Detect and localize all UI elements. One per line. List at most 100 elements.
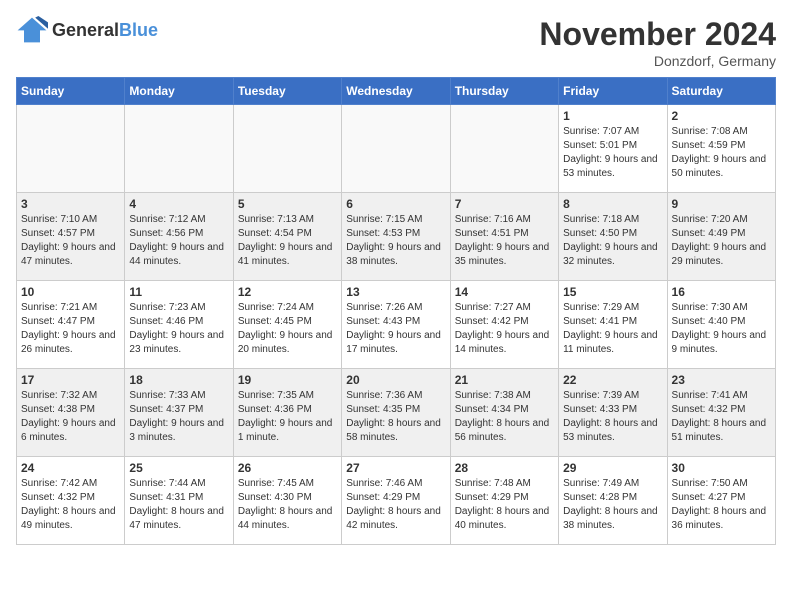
- calendar-cell: 5 Sunrise: 7:13 AM Sunset: 4:54 PM Daylig…: [233, 193, 341, 281]
- day-info: Sunrise: 7:49 AM Sunset: 4:28 PM Dayligh…: [563, 477, 662, 533]
- weekday-header: Sunday: [17, 78, 125, 105]
- day-number: 10: [21, 285, 120, 299]
- day-info: Sunrise: 7:20 AM Sunset: 4:49 PM Dayligh…: [672, 213, 771, 269]
- day-info: Sunrise: 7:44 AM Sunset: 4:31 PM Dayligh…: [129, 477, 228, 533]
- calendar-cell: 22 Sunrise: 7:39 AM Sunset: 4:33 PM Dayli…: [559, 369, 667, 457]
- calendar-cell: 30 Sunrise: 7:50 AM Sunset: 4:27 PM Dayli…: [667, 457, 775, 545]
- day-number: 22: [563, 373, 662, 387]
- calendar-cell: 1 Sunrise: 7:07 AM Sunset: 5:01 PM Daylig…: [559, 105, 667, 193]
- logo-general: GeneralBlue: [52, 20, 158, 41]
- calendar-cell: [125, 105, 233, 193]
- day-number: 21: [455, 373, 554, 387]
- calendar-cell: 6 Sunrise: 7:15 AM Sunset: 4:53 PM Daylig…: [342, 193, 450, 281]
- day-number: 7: [455, 197, 554, 211]
- day-info: Sunrise: 7:48 AM Sunset: 4:29 PM Dayligh…: [455, 477, 554, 533]
- day-info: Sunrise: 7:36 AM Sunset: 4:35 PM Dayligh…: [346, 389, 445, 445]
- calendar-cell: 3 Sunrise: 7:10 AM Sunset: 4:57 PM Daylig…: [17, 193, 125, 281]
- calendar-week-row: 10 Sunrise: 7:21 AM Sunset: 4:47 PM Dayli…: [17, 281, 776, 369]
- day-number: 27: [346, 461, 445, 475]
- calendar-week-row: 3 Sunrise: 7:10 AM Sunset: 4:57 PM Daylig…: [17, 193, 776, 281]
- day-info: Sunrise: 7:13 AM Sunset: 4:54 PM Dayligh…: [238, 213, 337, 269]
- calendar-cell: 19 Sunrise: 7:35 AM Sunset: 4:36 PM Dayli…: [233, 369, 341, 457]
- day-number: 23: [672, 373, 771, 387]
- calendar-cell: 14Sunrise: 7:27 AM Sunset: 4:42 PM Dayli…: [450, 281, 558, 369]
- logo-icon: [16, 16, 48, 44]
- calendar-cell: 17 Sunrise: 7:32 AM Sunset: 4:38 PM Dayli…: [17, 369, 125, 457]
- calendar-header-row: SundayMondayTuesdayWednesdayThursdayFrid…: [17, 78, 776, 105]
- calendar-cell: 4Sunrise: 7:12 AM Sunset: 4:56 PM Daylig…: [125, 193, 233, 281]
- day-number: 1: [563, 109, 662, 123]
- day-info: Sunrise: 7:29 AM Sunset: 4:41 PM Dayligh…: [563, 301, 662, 357]
- calendar-cell: 10 Sunrise: 7:21 AM Sunset: 4:47 PM Dayli…: [17, 281, 125, 369]
- calendar-cell: 24Sunrise: 7:42 AM Sunset: 4:32 PM Dayli…: [17, 457, 125, 545]
- logo: GeneralBlue: [16, 16, 158, 44]
- day-info: Sunrise: 7:12 AM Sunset: 4:56 PM Dayligh…: [129, 213, 228, 269]
- day-number: 9: [672, 197, 771, 211]
- day-info: Sunrise: 7:08 AM Sunset: 4:59 PM Dayligh…: [672, 125, 771, 181]
- weekday-header: Thursday: [450, 78, 558, 105]
- day-info: Sunrise: 7:10 AM Sunset: 4:57 PM Dayligh…: [21, 213, 120, 269]
- location: Donzdorf, Germany: [539, 53, 776, 69]
- day-number: 2: [672, 109, 771, 123]
- day-number: 29: [563, 461, 662, 475]
- calendar-week-row: 17 Sunrise: 7:32 AM Sunset: 4:38 PM Dayli…: [17, 369, 776, 457]
- page-header: GeneralBlue November 2024 Donzdorf, Germ…: [16, 16, 776, 69]
- day-number: 19: [238, 373, 337, 387]
- title-area: November 2024 Donzdorf, Germany: [539, 16, 776, 69]
- calendar-cell: 8Sunrise: 7:18 AM Sunset: 4:50 PM Daylig…: [559, 193, 667, 281]
- calendar-cell: 26Sunrise: 7:45 AM Sunset: 4:30 PM Dayli…: [233, 457, 341, 545]
- weekday-header: Monday: [125, 78, 233, 105]
- calendar-cell: 25 Sunrise: 7:44 AM Sunset: 4:31 PM Dayli…: [125, 457, 233, 545]
- calendar-cell: [342, 105, 450, 193]
- calendar-cell: [450, 105, 558, 193]
- calendar-cell: 20Sunrise: 7:36 AM Sunset: 4:35 PM Dayli…: [342, 369, 450, 457]
- day-number: 6: [346, 197, 445, 211]
- day-number: 28: [455, 461, 554, 475]
- calendar-cell: 29 Sunrise: 7:49 AM Sunset: 4:28 PM Dayli…: [559, 457, 667, 545]
- day-number: 17: [21, 373, 120, 387]
- calendar-cell: 18Sunrise: 7:33 AM Sunset: 4:37 PM Dayli…: [125, 369, 233, 457]
- day-info: Sunrise: 7:21 AM Sunset: 4:47 PM Dayligh…: [21, 301, 120, 357]
- day-number: 5: [238, 197, 337, 211]
- day-number: 16: [672, 285, 771, 299]
- day-info: Sunrise: 7:16 AM Sunset: 4:51 PM Dayligh…: [455, 213, 554, 269]
- calendar-cell: 27 Sunrise: 7:46 AM Sunset: 4:29 PM Dayli…: [342, 457, 450, 545]
- calendar-week-row: 24Sunrise: 7:42 AM Sunset: 4:32 PM Dayli…: [17, 457, 776, 545]
- weekday-header: Saturday: [667, 78, 775, 105]
- calendar-cell: 7 Sunrise: 7:16 AM Sunset: 4:51 PM Daylig…: [450, 193, 558, 281]
- calendar-table: SundayMondayTuesdayWednesdayThursdayFrid…: [16, 77, 776, 545]
- calendar-cell: 21Sunrise: 7:38 AM Sunset: 4:34 PM Dayli…: [450, 369, 558, 457]
- month-title: November 2024: [539, 16, 776, 53]
- weekday-header: Wednesday: [342, 78, 450, 105]
- calendar-week-row: 1 Sunrise: 7:07 AM Sunset: 5:01 PM Daylig…: [17, 105, 776, 193]
- day-number: 15: [563, 285, 662, 299]
- day-number: 25: [129, 461, 228, 475]
- day-number: 26: [238, 461, 337, 475]
- day-info: Sunrise: 7:35 AM Sunset: 4:36 PM Dayligh…: [238, 389, 337, 445]
- calendar-cell: 16Sunrise: 7:30 AM Sunset: 4:40 PM Dayli…: [667, 281, 775, 369]
- day-number: 12: [238, 285, 337, 299]
- calendar-cell: 23 Sunrise: 7:41 AM Sunset: 4:32 PM Dayli…: [667, 369, 775, 457]
- day-info: Sunrise: 7:39 AM Sunset: 4:33 PM Dayligh…: [563, 389, 662, 445]
- day-number: 13: [346, 285, 445, 299]
- day-info: Sunrise: 7:41 AM Sunset: 4:32 PM Dayligh…: [672, 389, 771, 445]
- day-info: Sunrise: 7:23 AM Sunset: 4:46 PM Dayligh…: [129, 301, 228, 357]
- calendar-cell: 12 Sunrise: 7:24 AM Sunset: 4:45 PM Dayli…: [233, 281, 341, 369]
- day-info: Sunrise: 7:27 AM Sunset: 4:42 PM Dayligh…: [455, 301, 554, 357]
- day-info: Sunrise: 7:32 AM Sunset: 4:38 PM Dayligh…: [21, 389, 120, 445]
- calendar-cell: 9 Sunrise: 7:20 AM Sunset: 4:49 PM Daylig…: [667, 193, 775, 281]
- calendar-cell: 28 Sunrise: 7:48 AM Sunset: 4:29 PM Dayli…: [450, 457, 558, 545]
- day-info: Sunrise: 7:07 AM Sunset: 5:01 PM Dayligh…: [563, 125, 662, 181]
- day-number: 24: [21, 461, 120, 475]
- calendar-cell: [17, 105, 125, 193]
- day-info: Sunrise: 7:26 AM Sunset: 4:43 PM Dayligh…: [346, 301, 445, 357]
- day-number: 3: [21, 197, 120, 211]
- calendar-cell: 13 Sunrise: 7:26 AM Sunset: 4:43 PM Dayli…: [342, 281, 450, 369]
- day-info: Sunrise: 7:50 AM Sunset: 4:27 PM Dayligh…: [672, 477, 771, 533]
- day-info: Sunrise: 7:33 AM Sunset: 4:37 PM Dayligh…: [129, 389, 228, 445]
- day-info: Sunrise: 7:15 AM Sunset: 4:53 PM Dayligh…: [346, 213, 445, 269]
- day-number: 30: [672, 461, 771, 475]
- day-number: 11: [129, 285, 228, 299]
- day-info: Sunrise: 7:46 AM Sunset: 4:29 PM Dayligh…: [346, 477, 445, 533]
- day-info: Sunrise: 7:24 AM Sunset: 4:45 PM Dayligh…: [238, 301, 337, 357]
